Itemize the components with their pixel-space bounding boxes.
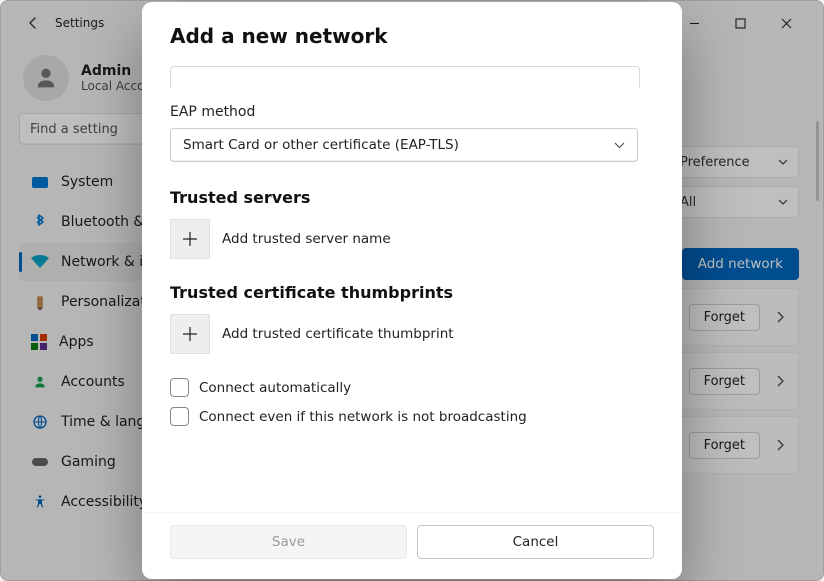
eap-method-label: EAP method [170, 104, 654, 120]
trusted-thumbprints-heading: Trusted certificate thumbprints [170, 283, 654, 302]
plus-icon [182, 231, 198, 247]
add-trusted-server-label: Add trusted server name [222, 231, 391, 247]
connect-hidden-label: Connect even if this network is not broa… [199, 409, 527, 425]
chevron-down-icon [614, 142, 625, 149]
add-button[interactable] [170, 219, 210, 259]
dialog-title: Add a new network [170, 24, 654, 48]
trusted-servers-heading: Trusted servers [170, 188, 654, 207]
connect-automatically-label: Connect automatically [199, 380, 351, 396]
save-button[interactable]: Save [170, 525, 407, 559]
plus-icon [182, 326, 198, 342]
connect-hidden-row: Connect even if this network is not broa… [170, 407, 654, 426]
previous-field-bottom[interactable] [170, 66, 640, 88]
add-trusted-server[interactable]: Add trusted server name [170, 219, 654, 259]
eap-method-value: Smart Card or other certificate (EAP-TLS… [183, 137, 459, 153]
connect-hidden-checkbox[interactable] [170, 407, 189, 426]
connect-automatically-row: Connect automatically [170, 378, 654, 397]
dialog-footer: Save Cancel [142, 512, 682, 579]
add-button[interactable] [170, 314, 210, 354]
cancel-button[interactable]: Cancel [417, 525, 654, 559]
add-trusted-thumbprint[interactable]: Add trusted certificate thumbprint [170, 314, 654, 354]
add-trusted-thumbprint-label: Add trusted certificate thumbprint [222, 326, 454, 342]
connect-automatically-checkbox[interactable] [170, 378, 189, 397]
add-network-dialog: Add a new network EAP method Smart Card … [142, 2, 682, 579]
eap-method-select[interactable]: Smart Card or other certificate (EAP-TLS… [170, 128, 638, 162]
